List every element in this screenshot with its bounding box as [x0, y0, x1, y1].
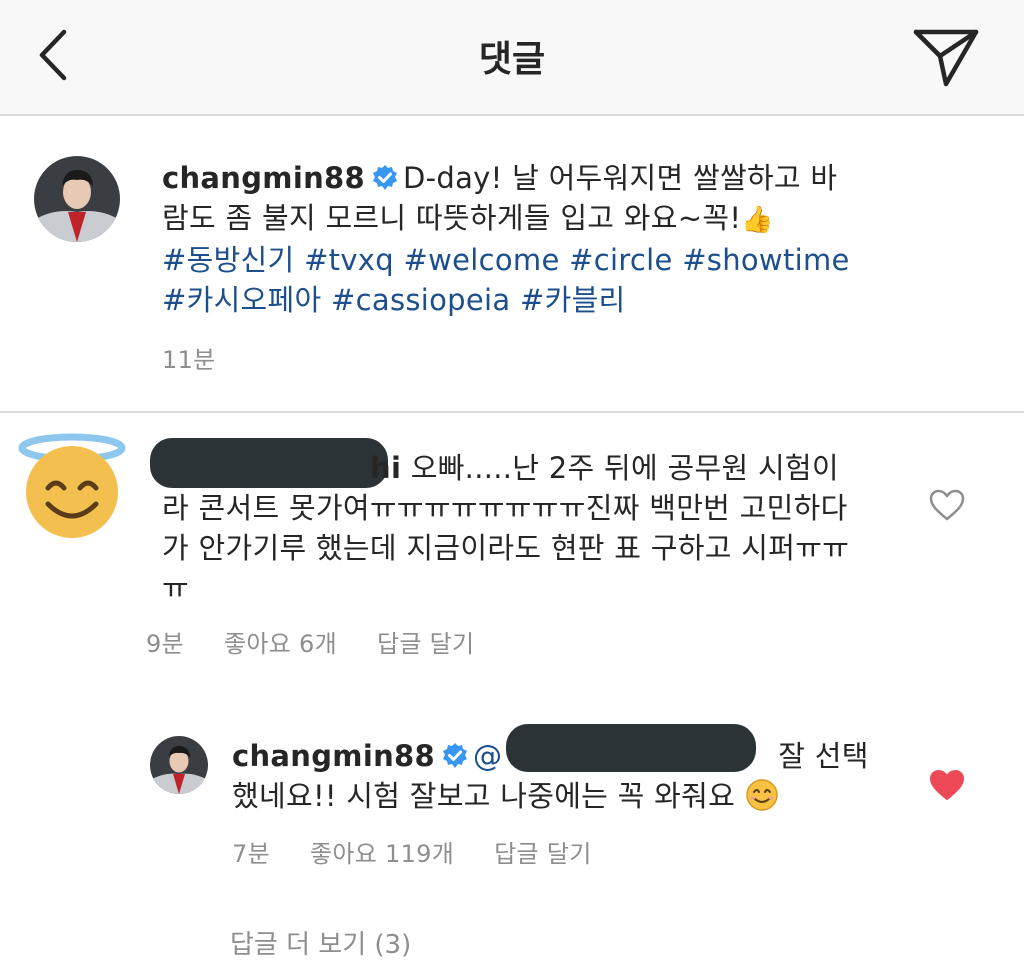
caption-username[interactable]: changmin88: [162, 161, 365, 195]
hashtag-link[interactable]: #동방신기: [162, 243, 295, 277]
page-title: 댓글: [478, 39, 546, 80]
comment-text-line3: 가 안가기루 했는데 지금이라도 현판 표 구하고 시퍼ㅠㅠ: [162, 531, 850, 565]
caption-text-line2: 람도 좀 불지 모르니 따뜻하게들 입고 와요~꼭!: [162, 201, 742, 235]
divider: [0, 411, 1024, 413]
paper-plane-icon: [913, 29, 979, 87]
caption-timestamp: 11분: [162, 346, 216, 374]
heart-outline-icon: [929, 489, 965, 521]
reply-reply-button[interactable]: 답글 달기: [494, 840, 591, 868]
hashtag-link[interactable]: #카블리: [520, 283, 626, 317]
comment-timestamp: 9분: [146, 630, 184, 658]
caption-text-line1: D-day! 날 어두워지면 쌀쌀하고 바: [402, 161, 838, 195]
caption-author-avatar[interactable]: [34, 156, 120, 242]
thumbs-up-emoji: 👍: [741, 205, 774, 235]
comment-text: hi 오빠.....난 2주 뒤에 공무원 시험이 라 콘서트 못가여ㅠㅠㅠㅠㅠ…: [162, 448, 882, 608]
reply-timestamp: 7분: [232, 840, 270, 868]
comment-like-button[interactable]: [928, 488, 966, 526]
reply-author-avatar[interactable]: [150, 736, 208, 794]
reply-mention-prefix[interactable]: @: [473, 739, 502, 773]
reply-text: changmin88 @ 잘 선택 했네요!! 시험 잘보고 나중에는 꼭 와줘요: [232, 736, 892, 816]
hashtag-link[interactable]: #welcome: [404, 243, 560, 277]
verified-badge-icon: [442, 743, 467, 768]
smiling-face-emoji: [745, 779, 778, 811]
halo-smiley-icon: [18, 433, 126, 538]
caption-text: changmin88 D-day! 날 어두워지면 쌀쌀하고 바 람도 좀 불지…: [162, 158, 922, 320]
share-button[interactable]: [908, 24, 984, 90]
commenter-username-suffix[interactable]: hi: [370, 451, 401, 485]
reply-meta: 7분 좋아요 119개 답글 달기: [232, 834, 632, 869]
heart-filled-icon: [930, 770, 964, 800]
comment-likes-count[interactable]: 좋아요 6개: [224, 630, 337, 658]
hashtag-row-1: #동방신기 #tvxq #welcome #circle #showtime: [162, 240, 922, 280]
reply-text-line2: 했네요!! 시험 잘보고 나중에는 꼭 와줘요: [232, 779, 736, 813]
reply-text-line1: 잘 선택: [778, 739, 869, 773]
top-bar: 댓글: [0, 0, 1024, 116]
comment-meta: 9분 좋아요 6개 답글 달기: [146, 624, 514, 659]
hashtag-row-2: #카시오페아 #cassiopeia #카블리: [162, 280, 922, 320]
reply-username[interactable]: changmin88: [232, 739, 435, 773]
reply-like-button[interactable]: [928, 768, 966, 806]
hashtag-link[interactable]: #cassiopeia: [331, 283, 510, 317]
verified-badge-icon: [372, 165, 397, 190]
hashtag-link[interactable]: #tvxq: [304, 243, 394, 277]
comment-text-line2: 라 콘서트 못가여ㅠㅠㅠㅠㅠㅠㅠㅠ진짜 백만번 고민하다: [162, 491, 848, 525]
comment-text-line1: 오빠.....난 2주 뒤에 공무원 시험이: [410, 451, 839, 485]
view-more-replies-link[interactable]: 답글 더 보기 (3): [230, 924, 411, 961]
hashtag-link[interactable]: #circle: [569, 243, 673, 277]
comment-text-line4: ㅠ: [162, 571, 189, 605]
hashtag-link[interactable]: #showtime: [682, 243, 849, 277]
reply-likes-count[interactable]: 좋아요 119개: [310, 840, 454, 868]
commenter-avatar[interactable]: [16, 428, 128, 540]
hashtag-link[interactable]: #카시오페아: [162, 283, 322, 317]
comment-reply-button[interactable]: 답글 달기: [377, 630, 474, 658]
